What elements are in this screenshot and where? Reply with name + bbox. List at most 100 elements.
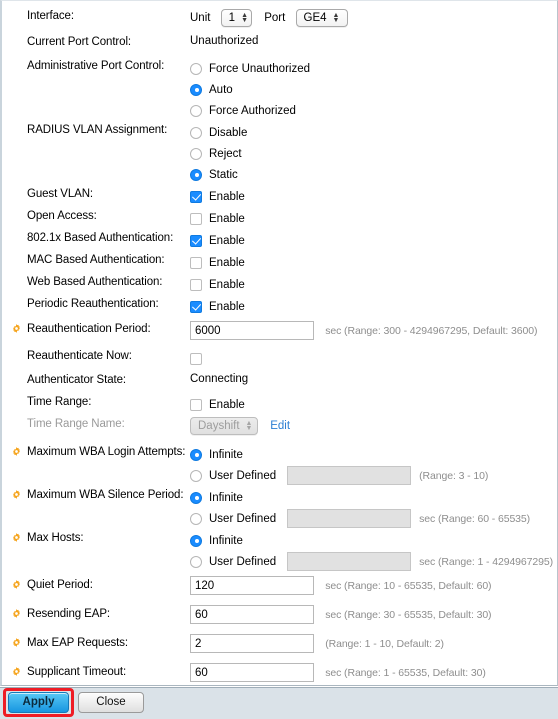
label-web-based-auth: Web Based Authentication: [27,276,163,288]
max-hosts-input[interactable] [287,552,412,571]
radio-icon[interactable] [190,448,202,461]
radio-icon[interactable] [190,83,202,96]
label-time-range: Time Range: [27,396,92,408]
row-open-access: Open Access: Enable [2,207,557,229]
quiet-period-input[interactable] [190,576,314,595]
radio-force-authorized[interactable]: Force Authorized [190,100,557,121]
checkbox-reauthenticate-now[interactable] [190,348,557,369]
row-interface: Interface: Unit 1 ▲ ▼ Port GE4 ▲ ▼ [2,7,557,33]
unit-select-value: 1 [228,12,236,24]
radio-auto[interactable]: Auto [190,79,557,100]
checkbox-icon[interactable] [190,352,202,365]
max-eap-requests-input[interactable] [190,634,314,653]
checkbox-label: Enable [209,190,245,203]
radio-label: Force Unauthorized [209,62,310,75]
radio-label: Infinite [209,448,243,461]
label-max-wba-silence-period: Maximum WBA Silence Period: [2,486,190,502]
checkbox-time-range[interactable]: Enable [190,394,557,415]
web-based-auth-control: Enable [190,273,557,295]
checkbox-icon[interactable] [190,278,202,291]
label-text: Resending EAP: [27,608,110,620]
radio-max-wba-login-user-defined[interactable]: User Defined (Range: 3 - 10) [190,465,557,486]
max-wba-login-attempts-control: Infinite User Defined (Range: 3 - 10) [190,443,557,486]
radio-icon[interactable] [190,62,202,75]
checkbox-guest-vlan[interactable]: Enable [190,186,557,207]
max-eap-requests-hint: (Range: 1 - 10, Default: 2) [325,637,444,650]
radio-icon[interactable] [190,512,202,525]
label-mac-based-auth: MAC Based Authentication: [27,254,165,266]
radio-force-unauthorized[interactable]: Force Unauthorized [190,58,557,79]
reauth-period-hint: sec (Range: 300 - 4294967295, Default: 3… [325,324,538,337]
reauth-period-input[interactable] [190,321,314,340]
max-hosts-control: Infinite User Defined sec (Range: 1 - 42… [190,529,557,572]
reauth-period-control: sec (Range: 300 - 4294967295, Default: 3… [190,320,557,340]
authenticator-state-text: Connecting [190,373,249,385]
label-text: Maximum WBA Login Attempts: [27,446,186,458]
max-wba-silence-period-control: Infinite User Defined sec (Range: 60 - 6… [190,486,557,529]
radio-label: Reject [209,147,242,160]
label-current-port-control: Current Port Control: [27,36,131,48]
port-select[interactable]: GE4 ▲ ▼ [295,9,348,27]
checkbox-mac-based-auth[interactable]: Enable [190,252,557,273]
radio-max-hosts-infinite[interactable]: Infinite [190,530,557,551]
radio-label: Force Authorized [209,104,296,117]
row-administrative-port-control: Administrative Port Control: Force Unaut… [2,57,557,121]
radio-static[interactable]: Static [190,164,557,185]
radio-icon[interactable] [190,491,202,504]
time-range-name-value: Dayshift [198,420,240,432]
radio-label: User Defined [209,512,277,525]
radio-icon[interactable] [190,104,202,117]
edit-time-range-link[interactable]: Edit [270,420,290,432]
checkbox-web-based-auth[interactable]: Enable [190,274,557,295]
radio-reject[interactable]: Reject [190,143,557,164]
time-range-name-select[interactable]: Dayshift ▲ ▼ [190,417,258,435]
checkbox-periodic-reauth[interactable]: Enable [190,296,557,317]
checkbox-label: Enable [209,256,245,269]
label-max-eap-requests: Max EAP Requests: [2,632,190,650]
label-quiet-period: Quiet Period: [2,574,190,592]
label-resending-eap: Resending EAP: [2,603,190,621]
gear-icon [12,447,21,456]
label-time-range-name: Time Range Name: [27,418,125,430]
checkbox-dot1x-based-auth[interactable]: Enable [190,230,557,251]
radio-label: User Defined [209,469,277,482]
radio-icon[interactable] [190,469,202,482]
unit-label: Unit [190,12,211,24]
radio-max-wba-login-infinite[interactable]: Infinite [190,444,557,465]
page-root: Interface: Unit 1 ▲ ▼ Port GE4 ▲ ▼ Curre… [0,0,558,719]
radio-icon[interactable] [190,555,202,568]
checkbox-icon[interactable] [190,234,202,247]
label-text: Supplicant Timeout: [27,666,127,678]
radio-icon[interactable] [190,534,202,547]
resending-eap-input[interactable] [190,605,314,624]
max-hosts-hint: sec (Range: 1 - 4294967295) [419,555,554,568]
radio-max-wba-silence-user-defined[interactable]: User Defined sec (Range: 60 - 65535) [190,508,557,529]
radio-icon[interactable] [190,168,202,181]
label-text: Max Hosts: [27,532,84,544]
supplicant-timeout-input[interactable] [190,663,314,682]
unit-select[interactable]: 1 ▲ ▼ [220,9,252,27]
label-reauthenticate-now: Reauthenticate Now: [27,350,132,362]
apply-button[interactable]: Apply [8,692,69,713]
open-access-control: Enable [190,207,557,229]
radio-label: Disable [209,126,248,139]
max-wba-login-attempts-input[interactable] [287,466,412,485]
radio-max-hosts-user-defined[interactable]: User Defined sec (Range: 1 - 4294967295) [190,551,557,572]
checkbox-icon[interactable] [190,190,202,203]
gear-icon [12,667,21,676]
radio-disable[interactable]: Disable [190,122,557,143]
radio-icon[interactable] [190,126,202,139]
checkbox-icon[interactable] [190,212,202,225]
max-wba-silence-period-input[interactable] [287,509,412,528]
checkbox-icon[interactable] [190,300,202,313]
radio-icon[interactable] [190,147,202,160]
radio-label: Infinite [209,491,243,504]
checkbox-label: Enable [209,278,245,291]
checkbox-icon[interactable] [190,398,202,411]
label-interface: Interface: [27,10,74,22]
checkbox-icon[interactable] [190,256,202,269]
resending-eap-control: sec (Range: 30 - 65535, Default: 30) [190,603,557,624]
radio-max-wba-silence-infinite[interactable]: Infinite [190,487,557,508]
checkbox-open-access[interactable]: Enable [190,208,557,229]
close-button[interactable]: Close [78,692,144,713]
